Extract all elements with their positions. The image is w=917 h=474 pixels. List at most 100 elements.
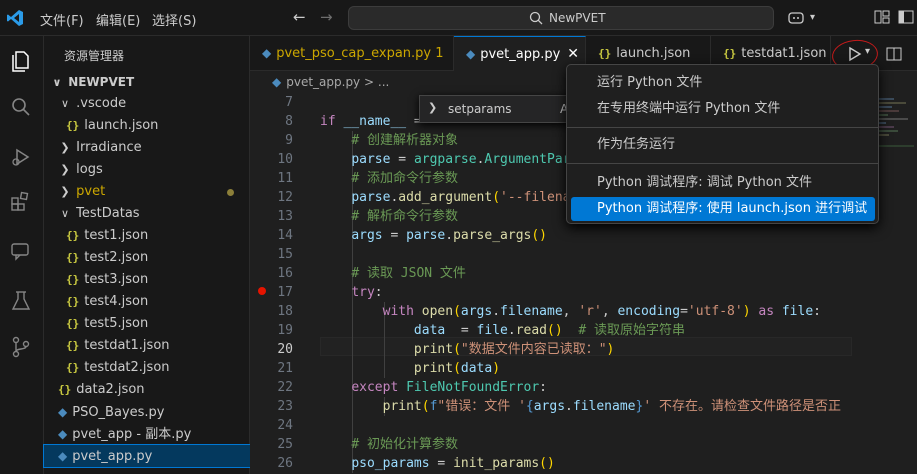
code-line-12: parse.add_argument('--filena xyxy=(351,190,571,205)
line-number: 14 xyxy=(277,228,293,243)
code-line-13: # 解析命令行参数 xyxy=(351,209,458,224)
python-file-icon: ◆ xyxy=(272,75,282,89)
toggle-sidebar-icon[interactable] xyxy=(898,9,914,25)
breadcrumb-file[interactable]: pvet_app.py xyxy=(286,75,360,89)
explorer-item[interactable]: ◆ pvet_app.py xyxy=(43,444,251,468)
title-bar: 文件(F) 编辑(E) 选择(S) ← → NewPVET ▾ xyxy=(0,0,917,36)
chevron-down-icon: ∨ xyxy=(60,97,70,110)
back-arrow-icon[interactable]: ← xyxy=(293,8,306,26)
explorer-item-label: testdat1.json xyxy=(84,338,170,353)
json-file-icon: {} xyxy=(723,47,737,60)
symbol-search-widget[interactable]: ❯ setparams A xyxy=(419,95,579,123)
explorer-item-label: pvet_app - 副本.py xyxy=(72,427,192,442)
python-file-icon: ◆ xyxy=(58,449,68,463)
menu-selection[interactable]: 选择(S) xyxy=(152,10,196,29)
line-number: 23 xyxy=(277,399,293,414)
explorer-item-label: TestDatas xyxy=(76,206,140,221)
code-line-14: args = parse.parse_args() xyxy=(351,228,548,243)
menu-item-debug-with-launch-json[interactable]: Python 调试程序: 使用 launch.json 进行调试 xyxy=(571,197,875,221)
code-line-8: if __name__ = xyxy=(320,114,422,129)
code-line-26: pso_params = init_params() xyxy=(351,456,555,471)
json-file-icon: {} xyxy=(58,383,72,396)
search-icon[interactable] xyxy=(8,94,34,120)
extensions-icon[interactable] xyxy=(8,188,34,214)
explorer-icon[interactable] xyxy=(8,48,34,74)
line-number: 25 xyxy=(277,437,293,452)
command-center-search[interactable]: NewPVET xyxy=(348,6,774,30)
code-line-21: print(data) xyxy=(413,361,501,376)
code-line-11: # 添加命令行参数 xyxy=(351,171,458,186)
explorer-item[interactable]: ∨ .vscode xyxy=(44,93,250,115)
python-file-icon: ◆ xyxy=(466,47,476,61)
testing-flask-icon[interactable] xyxy=(8,288,34,314)
json-file-icon: {} xyxy=(66,295,80,308)
run-debug-icon[interactable] xyxy=(8,144,34,170)
explorer-item[interactable]: ◆ PSO_Bayes.py xyxy=(44,401,250,423)
explorer-item[interactable]: {} test3.json xyxy=(44,269,250,291)
json-file-icon: {} xyxy=(66,229,80,242)
explorer-item[interactable]: {} test4.json xyxy=(44,291,250,313)
chevron-right-icon: ❯ xyxy=(60,185,70,198)
line-number: 18 xyxy=(277,304,293,319)
menu-edit[interactable]: 编辑(E) xyxy=(96,10,140,29)
activity-bar xyxy=(0,36,44,474)
chevron-down-icon: ∨ xyxy=(60,207,70,220)
code-line-20: print("数据文件内容已读取：") xyxy=(413,342,615,357)
workspace-root[interactable]: ∨ NEWPVET xyxy=(44,71,250,93)
explorer-item[interactable]: ◆ pvet_app - 副本.py xyxy=(44,423,250,445)
explorer-item[interactable]: ❯ logs xyxy=(44,159,250,181)
explorer-item[interactable]: {} test2.json xyxy=(44,247,250,269)
chevron-right-icon: ❯ xyxy=(60,163,70,176)
tab-label: pvet_app.py xyxy=(480,47,561,62)
breadcrumb-separator: > xyxy=(364,75,375,89)
chevron-down-icon[interactable]: ▾ xyxy=(810,12,815,23)
menu-item-debug-python-file[interactable]: Python 调试程序: 调试 Python 文件 xyxy=(571,171,875,195)
code-line-23: print(f"错误：文件 '{args.filename}' 不存在。请检查文… xyxy=(382,399,841,414)
copilot-icon[interactable] xyxy=(787,9,807,27)
menu-file[interactable]: 文件(F) xyxy=(40,10,84,29)
explorer-item-label: .vscode xyxy=(76,96,127,111)
explorer-item[interactable]: {} test1.json xyxy=(44,225,250,247)
forward-arrow-icon[interactable]: → xyxy=(320,8,333,26)
explorer-item[interactable]: {} testdat2.json xyxy=(44,357,250,379)
line-number: 24 xyxy=(277,418,293,433)
symbol-search-text[interactable]: setparams xyxy=(448,102,512,116)
line-number: 10 xyxy=(277,152,293,167)
json-file-icon: {} xyxy=(598,47,612,60)
explorer-item-label: testdat2.json xyxy=(84,360,170,375)
explorer-item[interactable]: {} data2.json xyxy=(44,379,250,401)
explorer-item-label: logs xyxy=(76,162,103,177)
workspace-name: NewPVET xyxy=(549,11,606,25)
chevron-right-icon[interactable]: ❯ xyxy=(428,101,437,114)
line-number: 9 xyxy=(285,133,293,148)
breadcrumb-symbol[interactable]: ... xyxy=(378,75,389,89)
explorer-title: 资源管理器 xyxy=(64,49,125,63)
line-number: 20 xyxy=(277,342,293,357)
json-file-icon: {} xyxy=(66,361,80,374)
menu-item-run-python-file[interactable]: 运行 Python 文件 xyxy=(571,71,875,95)
menu-item-run-in-dedicated-terminal[interactable]: 在专用终端中运行 Python 文件 xyxy=(571,97,875,121)
explorer-item-label: launch.json xyxy=(84,118,159,133)
explorer-item[interactable]: {} testdat1.json xyxy=(44,335,250,357)
tab-pvet-pso-cap-expan[interactable]: ◆ pvet_pso_cap_expan.py 1 xyxy=(250,36,454,71)
explorer-item[interactable]: {} launch.json xyxy=(44,115,250,137)
explorer-item[interactable]: {} test5.json xyxy=(44,313,250,335)
explorer-item[interactable]: ∨ TestDatas xyxy=(44,203,250,225)
split-editor-icon[interactable] xyxy=(886,46,902,62)
source-control-icon[interactable] xyxy=(8,334,34,360)
line-number: 11 xyxy=(277,171,293,186)
code-line-17: try: xyxy=(351,285,383,300)
chevron-right-icon: ❯ xyxy=(60,141,70,154)
explorer-item[interactable]: ❯ Irradiance xyxy=(44,137,250,159)
python-file-icon: ◆ xyxy=(262,46,272,60)
code-line-19: data = file.read() # 读取原始字符串 xyxy=(413,323,685,338)
code-line-18: with open(args.filename, 'r', encoding='… xyxy=(382,304,821,319)
explorer-item[interactable]: ❯ pvet xyxy=(44,181,250,203)
remote-chat-icon[interactable] xyxy=(8,238,34,264)
explorer-item-label: pvet_app.py xyxy=(72,449,153,464)
line-number: 13 xyxy=(277,209,293,224)
python-file-icon: ◆ xyxy=(58,427,68,441)
menu-item-run-as-task[interactable]: 作为任务运行 xyxy=(571,133,875,157)
layout-panels-icon[interactable] xyxy=(874,9,890,25)
python-file-icon: ◆ xyxy=(58,405,68,419)
